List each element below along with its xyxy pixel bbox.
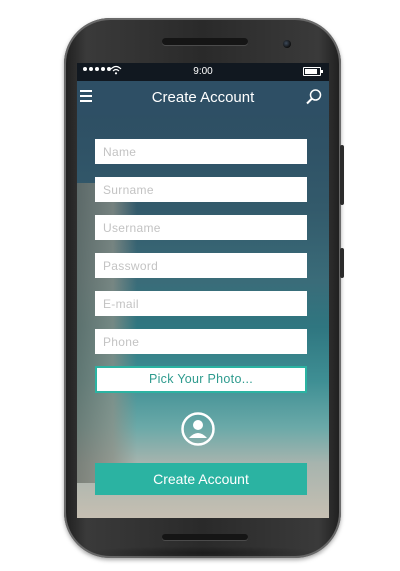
battery-icon bbox=[303, 67, 323, 76]
status-bar: 9:00 bbox=[77, 63, 329, 81]
email-field[interactable] bbox=[95, 291, 307, 316]
bottom-speaker bbox=[162, 534, 248, 540]
pick-photo-button[interactable]: Pick Your Photo... bbox=[95, 366, 307, 393]
volume-button bbox=[340, 145, 344, 205]
front-camera bbox=[283, 40, 291, 48]
search-icon[interactable] bbox=[305, 88, 323, 106]
surname-field[interactable] bbox=[95, 177, 307, 202]
phone-shadow bbox=[78, 546, 328, 560]
password-field[interactable] bbox=[95, 253, 307, 278]
username-field[interactable] bbox=[95, 215, 307, 240]
power-button bbox=[340, 248, 344, 278]
user-avatar-icon[interactable] bbox=[181, 412, 215, 446]
phone-field[interactable] bbox=[95, 329, 307, 354]
app-bar: Create Account bbox=[77, 81, 329, 115]
earpiece-speaker bbox=[162, 38, 248, 45]
page-title: Create Account bbox=[151, 89, 255, 106]
name-field[interactable] bbox=[95, 139, 307, 164]
status-time: 9:00 bbox=[193, 66, 213, 77]
create-account-button[interactable]: Create Account bbox=[95, 463, 307, 495]
phone-screen: 9:00 Create Account Pick Your Photo... C… bbox=[77, 63, 329, 518]
